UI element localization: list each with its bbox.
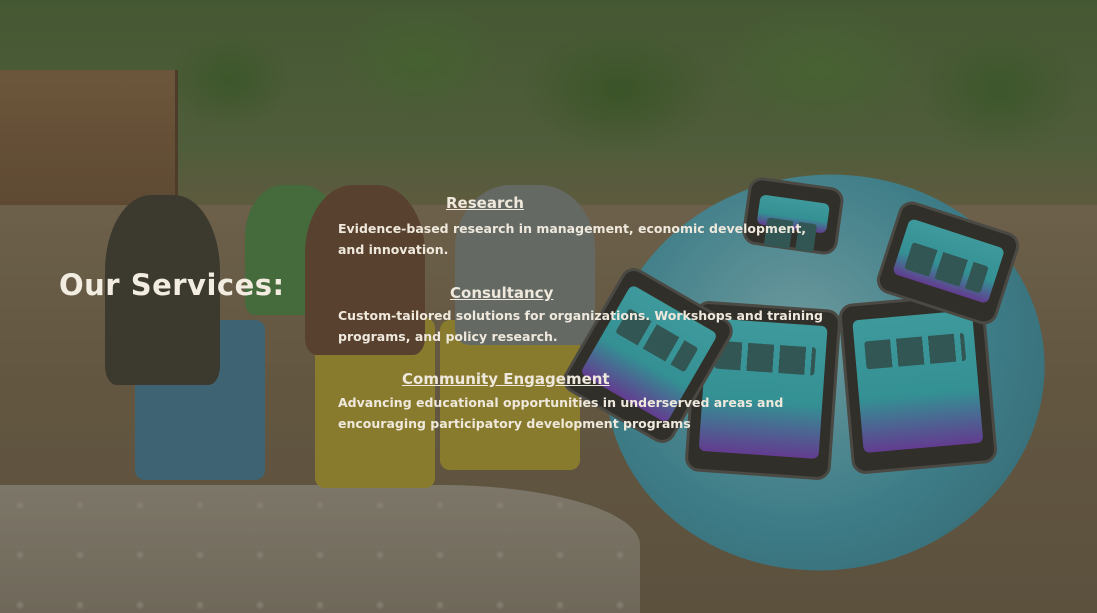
description-line: Evidence-based research in management, e… (338, 221, 807, 236)
services-section: Our Services: Research Evidence-based re… (0, 0, 1097, 613)
service-description-research: Evidence-based research in management, e… (338, 218, 806, 260)
description-line: and innovation. (338, 242, 449, 257)
description-line: Custom-tailored solutions for organizati… (338, 308, 824, 323)
description-line: Advancing educational opportunities in u… (338, 395, 784, 410)
service-description-consultancy: Custom-tailored solutions for organizati… (338, 305, 823, 347)
service-title-community-engagement: Community Engagement (402, 370, 610, 388)
description-line: programs, and policy research. (338, 329, 558, 344)
service-description-community-engagement: Advancing educational opportunities in u… (338, 392, 783, 434)
description-line: encouraging participatory development pr… (338, 416, 691, 431)
service-title-research: Research (446, 194, 524, 212)
service-title-consultancy: Consultancy (450, 284, 554, 302)
section-heading: Our Services: (59, 268, 285, 302)
